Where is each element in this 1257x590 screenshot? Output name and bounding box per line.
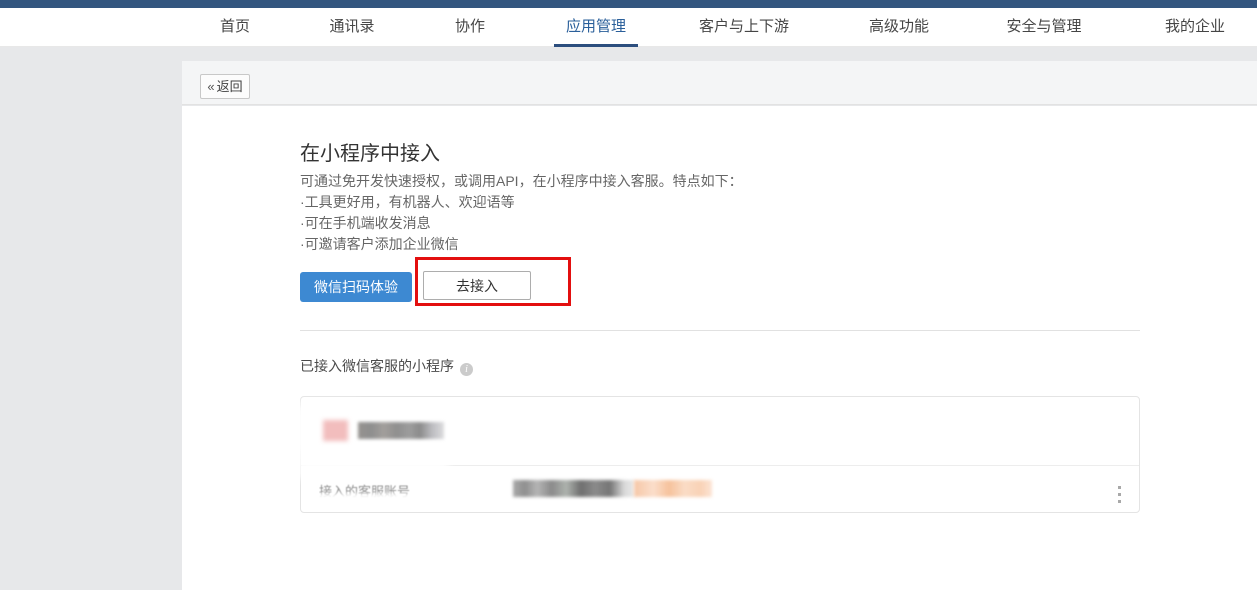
feature-item: ·可邀请客户添加企业微信 [300, 234, 515, 255]
kebab-dot [1118, 486, 1121, 489]
tab-contacts[interactable]: 通讯录 [317, 8, 386, 47]
page: 首页 通讯录 协作 应用管理 客户与上下游 高级功能 安全与管理 我的企业 «返… [0, 0, 1257, 590]
feature-item: ·可在手机端收发消息 [300, 213, 515, 234]
tab-my-company[interactable]: 我的企业 [1153, 8, 1237, 47]
tab-customers-upstream[interactable]: 客户与上下游 [687, 8, 801, 47]
redacted-app-name [358, 422, 444, 439]
back-chevron-icon: « [207, 79, 214, 94]
more-actions-icon[interactable] [1111, 484, 1127, 505]
section-title-text: 已接入微信客服的小程序 [300, 358, 454, 374]
section-divider [300, 330, 1140, 331]
tab-home[interactable]: 首页 [208, 8, 262, 47]
back-button[interactable]: «返回 [200, 74, 250, 99]
kebab-dot [1118, 500, 1121, 503]
page-title: 在小程序中接入 [300, 137, 440, 166]
tab-advanced-features[interactable]: 高级功能 [857, 8, 941, 47]
miniprogram-card: 接入的客服账号 [300, 396, 1140, 513]
feature-list: ·工具更好用，有机器人、欢迎语等 ·可在手机端收发消息 ·可邀请客户添加企业微信 [300, 192, 515, 255]
connected-account-label: 接入的客服账号 [319, 481, 410, 500]
panel-header [182, 61, 1257, 105]
connected-miniprogram-section-title: 已接入微信客服的小程序 i [300, 356, 473, 376]
info-icon[interactable]: i [460, 363, 473, 376]
tab-collaboration[interactable]: 协作 [443, 8, 497, 47]
page-description: 可通过免开发快速授权，或调用API，在小程序中接入客服。特点如下： [300, 171, 743, 192]
redacted-app-icon [323, 420, 348, 441]
tab-security-management[interactable]: 安全与管理 [994, 8, 1093, 47]
blur-halo [297, 453, 449, 479]
wechat-scan-experience-button[interactable]: 微信扫码体验 [300, 272, 412, 302]
feature-item: ·工具更好用，有机器人、欢迎语等 [300, 192, 515, 213]
tab-app-management[interactable]: 应用管理 [554, 8, 638, 47]
top-bar [0, 0, 1257, 8]
redacted-account-name [513, 480, 634, 497]
main-nav: 首页 通讯录 协作 应用管理 客户与上下游 高级功能 安全与管理 我的企业 [0, 8, 1257, 47]
kebab-dot [1118, 493, 1121, 496]
go-connect-button[interactable]: 去接入 [423, 271, 531, 300]
redacted-account-extra [634, 480, 712, 497]
back-button-label: 返回 [217, 79, 243, 94]
